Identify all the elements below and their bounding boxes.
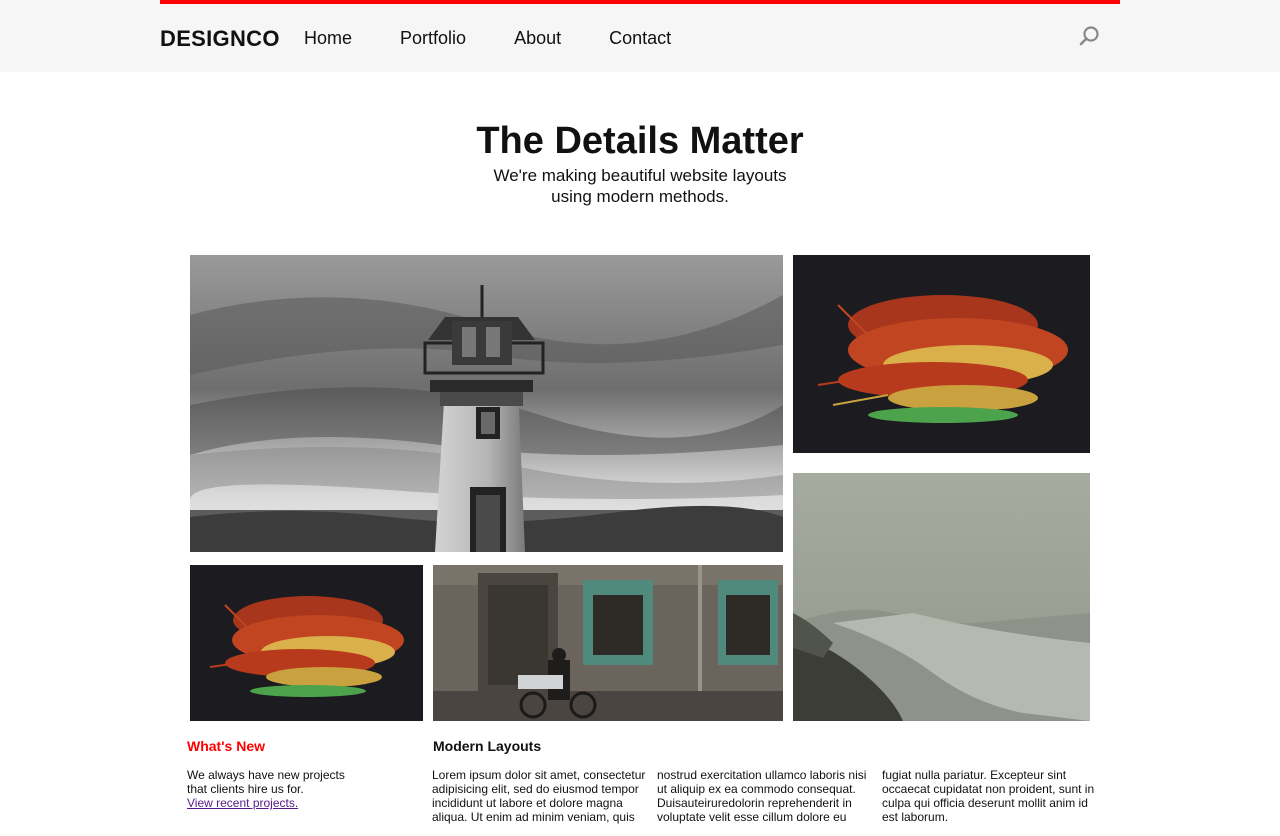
flowers-small-image[interactable] <box>190 565 423 721</box>
site-logo[interactable]: DESIGNCO <box>160 26 280 52</box>
site-header: DESIGNCO Home Portfolio About Contact <box>0 0 1280 72</box>
flowers-image[interactable] <box>793 255 1090 453</box>
modern-layouts-col-1: Lorem ipsum dolor sit amet, consectetur … <box>432 768 646 824</box>
modern-layouts-col-3: fugiat nulla pariatur. Excepteur sint oc… <box>882 768 1095 824</box>
nav-about[interactable]: About <box>514 28 561 49</box>
nav-contact[interactable]: Contact <box>609 28 671 49</box>
modern-layouts-col-2: nostrud exercitation ullamco laboris nis… <box>657 768 867 824</box>
nav-home[interactable]: Home <box>304 28 352 49</box>
lighthouse-image[interactable] <box>190 255 783 552</box>
whats-new-text: We always have new projects that clients… <box>187 768 357 810</box>
modern-layouts-heading: Modern Layouts <box>433 738 542 754</box>
whats-new-body: We always have new projects that clients… <box>187 768 345 796</box>
street-cyclist-image[interactable] <box>433 565 783 721</box>
whats-new-heading: What's New <box>187 738 266 754</box>
page-subtitle: We're making beautiful website layouts u… <box>493 166 787 206</box>
view-recent-projects-link[interactable]: View recent projects. <box>187 796 298 810</box>
main-nav: Home Portfolio About Contact <box>304 28 719 49</box>
search-icon[interactable] <box>1078 24 1102 48</box>
foggy-beach-image[interactable] <box>793 473 1090 721</box>
page-title: The Details Matter <box>476 120 804 162</box>
nav-portfolio[interactable]: Portfolio <box>400 28 466 49</box>
header-accent-bar <box>160 0 1120 4</box>
